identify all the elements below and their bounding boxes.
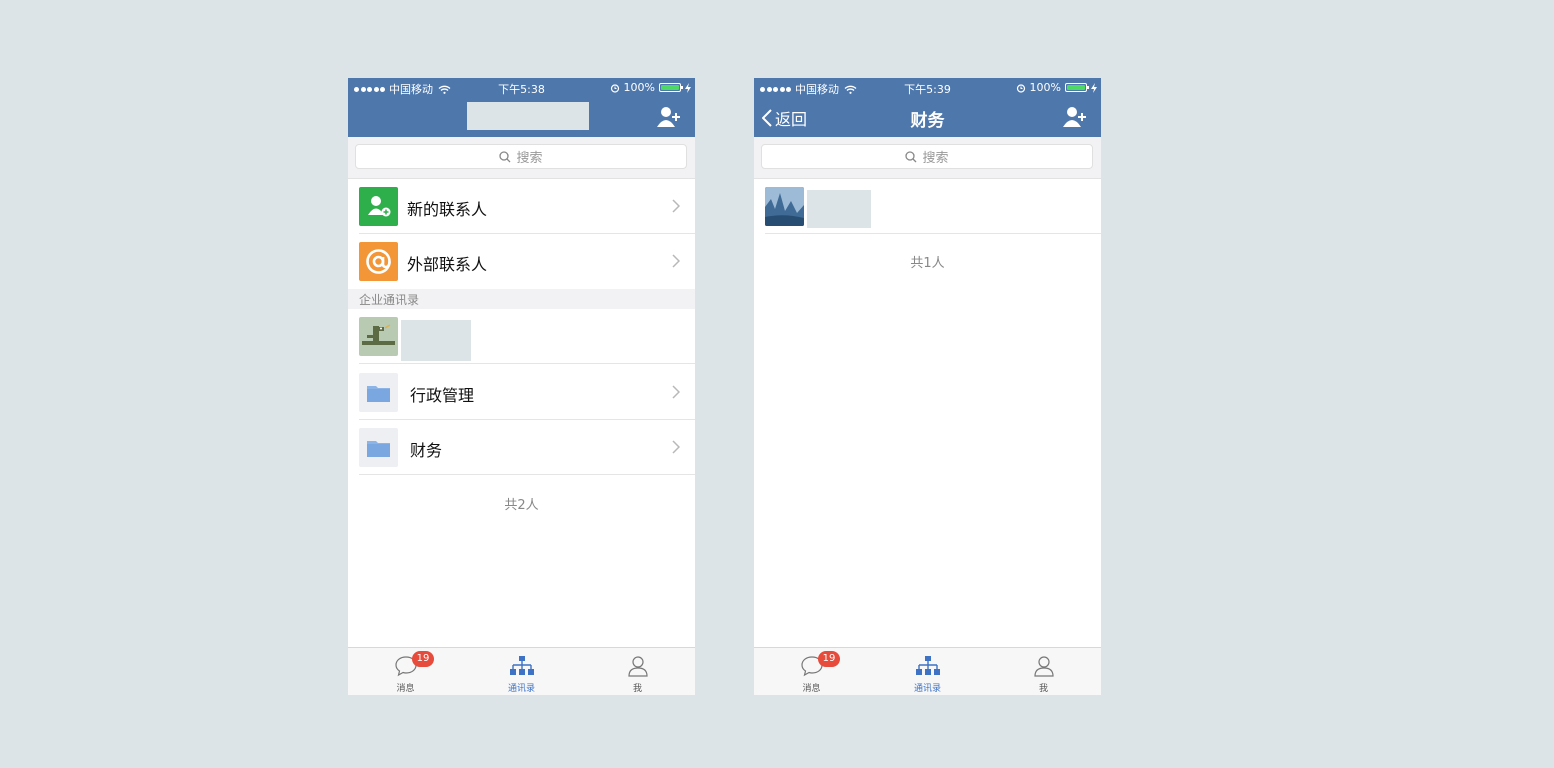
- unread-badge: 19: [818, 651, 840, 667]
- unread-badge: 19: [412, 651, 434, 667]
- tab-messages[interactable]: 19 消息: [754, 648, 869, 695]
- at-icon: [359, 242, 398, 281]
- page-title: 财务: [910, 111, 945, 131]
- chevron-right-icon: [672, 199, 680, 213]
- charging-icon: [1091, 82, 1097, 93]
- search-placeholder: 搜索: [922, 151, 949, 166]
- search-input[interactable]: 搜索: [761, 144, 1093, 169]
- search-icon: [905, 150, 917, 162]
- section-title: 企业通讯录: [359, 293, 420, 307]
- tab-me[interactable]: 我: [986, 648, 1101, 695]
- person-icon: [1033, 656, 1054, 677]
- chevron-right-icon: [672, 254, 680, 268]
- member-name-redacted: [401, 320, 471, 361]
- search-icon: [499, 150, 511, 162]
- add-contact-icon: [359, 187, 398, 226]
- chevron-right-icon: [672, 440, 680, 454]
- tab-label: 消息: [802, 684, 821, 694]
- company-name-redacted: [467, 102, 589, 130]
- nav-bar: [348, 98, 695, 137]
- new-contacts-item[interactable]: 新的联系人: [348, 179, 695, 234]
- tab-label: 消息: [396, 684, 415, 694]
- alarm-icon: [1016, 83, 1025, 93]
- folder-icon: [359, 373, 398, 412]
- tab-messages[interactable]: 19 消息: [348, 648, 463, 695]
- external-contacts-label: 外部联系人: [407, 255, 488, 274]
- org-chart-icon: [509, 656, 534, 675]
- tab-label: 我: [1038, 684, 1048, 694]
- battery-icon: [1065, 83, 1089, 92]
- department-screen: 中国移动 下午5:39 100% 返回 财务 搜索 共1人 19 消息 通讯录 …: [754, 78, 1101, 695]
- company-member-item[interactable]: [348, 309, 695, 364]
- section-header: 企业通讯录: [348, 289, 695, 309]
- charging-icon: [685, 82, 691, 93]
- member-count: 共2人: [504, 498, 539, 513]
- contacts-screen: 中国移动 下午5:38 100% 搜索 新的联系人 外部联系人 企业通讯录 行政…: [348, 78, 695, 695]
- avatar: [765, 187, 804, 226]
- battery-percent: 100%: [1029, 81, 1061, 94]
- search-bar: 搜索: [754, 137, 1101, 179]
- department-member-item[interactable]: [754, 179, 1101, 234]
- tab-contacts[interactable]: 通讯录: [464, 648, 579, 695]
- tab-bar: 19 消息 通讯录 我: [754, 647, 1101, 695]
- tab-label: 通讯录: [913, 684, 941, 694]
- new-contacts-label: 新的联系人: [407, 200, 488, 219]
- alarm-icon: [610, 83, 619, 93]
- avatar: [359, 317, 398, 356]
- search-bar: 搜索: [348, 137, 695, 179]
- tab-me[interactable]: 我: [580, 648, 695, 695]
- tab-label: 通讯录: [507, 684, 535, 694]
- person-icon: [627, 656, 648, 677]
- search-input[interactable]: 搜索: [355, 144, 687, 169]
- add-member-icon[interactable]: [657, 105, 683, 129]
- member-name-redacted: [807, 190, 871, 228]
- external-contacts-item[interactable]: 外部联系人: [348, 234, 695, 289]
- nav-bar: 返回 财务: [754, 98, 1101, 137]
- tab-bar: 19 消息 通讯录 我: [348, 647, 695, 695]
- battery-percent: 100%: [623, 81, 655, 94]
- department-label: 行政管理: [410, 386, 475, 405]
- department-item-admin[interactable]: 行政管理: [348, 365, 695, 420]
- folder-icon: [359, 428, 398, 467]
- member-count: 共1人: [910, 256, 945, 271]
- tab-label: 我: [632, 684, 642, 694]
- org-chart-icon: [915, 656, 940, 675]
- search-placeholder: 搜索: [516, 151, 543, 166]
- chevron-right-icon: [672, 385, 680, 399]
- battery-icon: [659, 83, 683, 92]
- tab-contacts[interactable]: 通讯录: [870, 648, 985, 695]
- department-item-finance[interactable]: 财务: [348, 420, 695, 475]
- status-bar: 中国移动 下午5:39 100%: [754, 78, 1101, 98]
- add-member-icon[interactable]: [1063, 105, 1089, 129]
- status-bar: 中国移动 下午5:38 100%: [348, 78, 695, 98]
- department-label: 财务: [410, 441, 443, 460]
